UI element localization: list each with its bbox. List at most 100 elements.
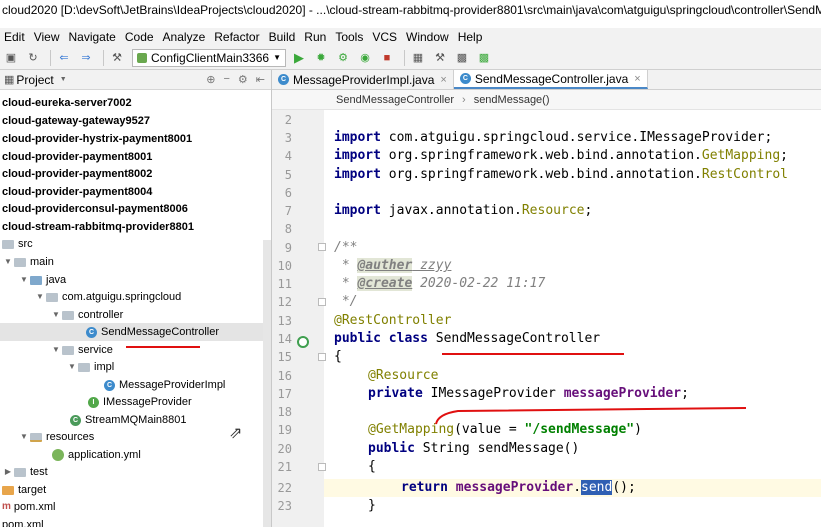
fold-marker-icon[interactable] bbox=[318, 298, 326, 306]
tree-item-resources[interactable]: ▼ resources bbox=[18, 428, 94, 446]
chevron-right-icon[interactable]: ▶ bbox=[2, 463, 14, 481]
chevron-down-icon[interactable]: ▼ bbox=[2, 253, 14, 271]
tab-messageproviderimpl[interactable]: C MessageProviderImpl.java × bbox=[272, 70, 454, 89]
menu-refactor[interactable]: Refactor bbox=[214, 30, 259, 44]
tree-item-sendmessagecontroller[interactable]: C SendMessageController bbox=[0, 323, 271, 341]
chevron-down-icon[interactable]: ▼ bbox=[50, 306, 62, 324]
tree-item-package[interactable]: ▼ com.atguigu.springcloud bbox=[34, 288, 181, 306]
tree-item-java[interactable]: ▼ java bbox=[18, 271, 66, 289]
fold-marker-icon[interactable] bbox=[318, 353, 326, 361]
tree-item-module[interactable]: cloud-stream-rabbitmq-provider8801 bbox=[2, 218, 194, 236]
chevron-down-icon[interactable]: ▼ bbox=[66, 358, 78, 376]
menu-view[interactable]: View bbox=[34, 30, 60, 44]
code-line-16: @Resource bbox=[368, 368, 439, 383]
code-line-12: */ bbox=[334, 294, 358, 309]
menu-build[interactable]: Build bbox=[269, 30, 296, 44]
tree-item-module[interactable]: cloud-provider-payment8001 bbox=[2, 148, 152, 166]
code-line-20: public String sendMessage() bbox=[368, 440, 579, 458]
tree-item-main[interactable]: ▼ main bbox=[2, 253, 54, 271]
tree-item-imessageprovider[interactable]: I IMessageProvider bbox=[88, 393, 192, 411]
hammer-icon[interactable]: ⚒ bbox=[110, 51, 124, 65]
chevron-down-icon[interactable]: ▼ bbox=[34, 288, 46, 306]
chevron-down-icon[interactable]: ▼ bbox=[18, 428, 30, 446]
tree-item-pom[interactable]: pom.xml bbox=[2, 516, 44, 527]
keyword: import bbox=[334, 130, 381, 145]
code-line-4: import org.springframework.web.bind.anno… bbox=[334, 147, 788, 165]
tree-item-application-yml[interactable]: application.yml bbox=[52, 446, 141, 464]
line-number: 11 bbox=[277, 277, 292, 291]
menu-edit[interactable]: Edit bbox=[4, 30, 25, 44]
menu-code[interactable]: Code bbox=[125, 30, 154, 44]
menu-help[interactable]: Help bbox=[458, 30, 483, 44]
menu-vcs[interactable]: VCS bbox=[372, 30, 397, 44]
forward-arrow-icon[interactable]: ⇒ bbox=[79, 51, 93, 65]
tree-item-src[interactable]: src bbox=[2, 235, 33, 253]
database-icon[interactable]: ▩ bbox=[477, 51, 491, 65]
menu-analyze[interactable]: Analyze bbox=[163, 30, 206, 44]
coverage-icon[interactable]: ⚙ bbox=[336, 51, 350, 65]
tree-item-module[interactable]: cloud-provider-hystrix-payment8001 bbox=[2, 130, 192, 148]
hide-icon[interactable]: ⇤ bbox=[256, 73, 265, 86]
breadcrumb-method[interactable]: sendMessage() bbox=[474, 94, 550, 106]
sync-icon[interactable]: ↻ bbox=[26, 51, 40, 65]
chevron-down-icon[interactable]: ▼ bbox=[50, 341, 62, 359]
tree-item-module[interactable]: cloud-provider-payment8002 bbox=[2, 165, 152, 183]
menu-run[interactable]: Run bbox=[304, 30, 326, 44]
tree-item-label: controller bbox=[78, 309, 124, 321]
structure-icon[interactable]: ▩ bbox=[455, 51, 469, 65]
code-text: . bbox=[573, 480, 582, 495]
fold-marker-icon[interactable] bbox=[318, 243, 326, 251]
project-tree-scrollbar[interactable] bbox=[263, 240, 271, 527]
tree-item-streammqmain8801[interactable]: C StreamMQMain8801 bbox=[70, 411, 187, 429]
debug-icon[interactable]: ✹ bbox=[314, 51, 328, 65]
save-icon[interactable]: ▣ bbox=[4, 51, 18, 65]
line-number: 5 bbox=[284, 168, 292, 182]
code-text: javax.annotation. bbox=[380, 203, 522, 218]
tree-item-messageproviderimpl[interactable]: C MessageProviderImpl bbox=[104, 376, 225, 394]
selected-text: send bbox=[581, 480, 613, 495]
tree-item-label: IMessageProvider bbox=[103, 396, 192, 408]
code-text: org.springframework.web.bind.annotation. bbox=[380, 167, 702, 182]
class-icon: C bbox=[278, 74, 289, 85]
tree-item-target[interactable]: target bbox=[2, 481, 46, 499]
gear-icon[interactable]: ⚙ bbox=[238, 73, 248, 86]
chevron-down-icon[interactable]: ▼ bbox=[18, 271, 30, 289]
layout-icon[interactable]: ▦ bbox=[411, 51, 425, 65]
tree-item-label: com.atguigu.springcloud bbox=[62, 291, 182, 303]
close-icon[interactable]: × bbox=[634, 73, 640, 85]
folder-icon bbox=[14, 257, 26, 267]
tree-item-label: target bbox=[18, 484, 47, 496]
profile-icon[interactable]: ◉ bbox=[358, 51, 372, 65]
run-icon[interactable]: ▶ bbox=[292, 50, 306, 65]
keyword: import bbox=[334, 203, 381, 218]
tree-item-impl[interactable]: ▼ impl bbox=[66, 358, 114, 376]
menu-tools[interactable]: Tools bbox=[335, 30, 363, 44]
tab-sendmessagecontroller[interactable]: C SendMessageController.java × bbox=[453, 70, 648, 89]
tree-item-module[interactable]: cloud-gateway-gateway9527 bbox=[2, 112, 150, 130]
toolbar-separator bbox=[404, 49, 405, 66]
chevron-down-icon[interactable]: ▼ bbox=[60, 76, 67, 83]
tree-item-test[interactable]: ▶ test bbox=[2, 463, 48, 481]
back-arrow-icon[interactable]: ⇐ bbox=[57, 51, 71, 65]
tree-item-module[interactable]: cloud-provider-payment8004 bbox=[2, 183, 152, 201]
window-title: cloud2020 [D:\devSoft\JetBrains\IdeaProj… bbox=[0, 0, 821, 28]
menu-window[interactable]: Window bbox=[406, 30, 449, 44]
settings-icon[interactable]: ⚒ bbox=[433, 51, 447, 65]
tree-item-pom[interactable]: m pom.xml bbox=[2, 498, 55, 516]
locate-icon[interactable]: ⊕ bbox=[206, 73, 215, 86]
tree-item-label: cloud-stream-rabbitmq-provider8801 bbox=[2, 221, 194, 233]
interface-icon: I bbox=[88, 396, 99, 408]
tree-item-module[interactable]: cloud-eureka-server7002 bbox=[2, 94, 132, 112]
collapse-icon[interactable]: − bbox=[223, 73, 229, 86]
run-config-dropdown[interactable]: ConfigClientMain3366 ▼ bbox=[132, 48, 286, 67]
tree-item-service[interactable]: ▼ service bbox=[50, 341, 113, 359]
fold-marker-icon[interactable] bbox=[318, 463, 326, 471]
spring-bean-icon[interactable] bbox=[297, 336, 309, 348]
breadcrumb-class[interactable]: SendMessageController bbox=[336, 94, 454, 106]
tree-item-controller[interactable]: ▼ controller bbox=[50, 306, 123, 324]
menu-navigate[interactable]: Navigate bbox=[68, 30, 115, 44]
project-panel-label[interactable]: Project bbox=[16, 73, 53, 87]
close-icon[interactable]: × bbox=[440, 74, 446, 86]
stop-icon[interactable]: ■ bbox=[380, 51, 394, 65]
tree-item-module[interactable]: cloud-providerconsul-payment8006 bbox=[2, 200, 188, 218]
